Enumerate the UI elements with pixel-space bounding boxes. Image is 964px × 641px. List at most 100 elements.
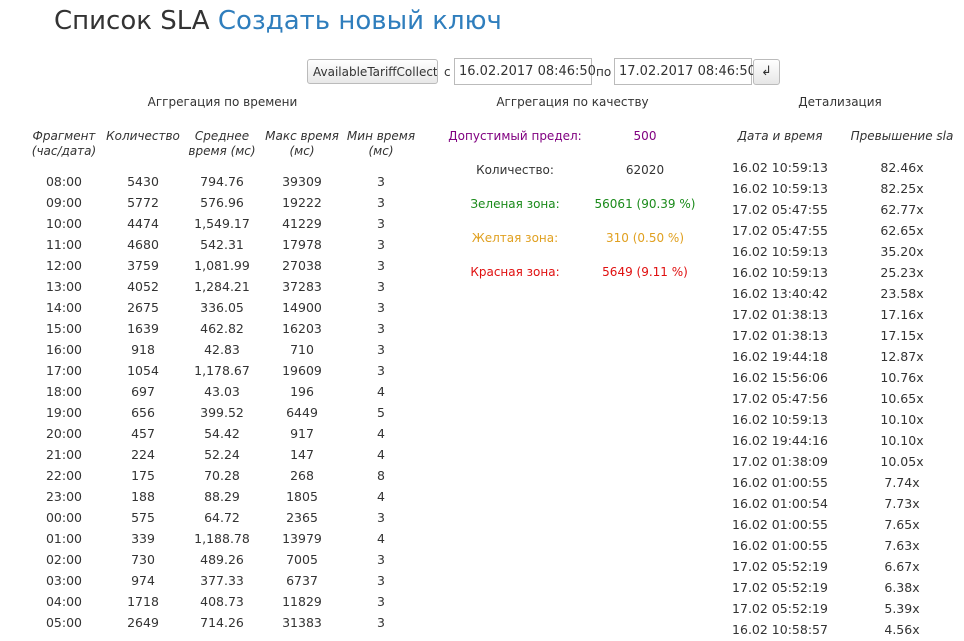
time-cell: 5772 [127, 195, 159, 210]
details-col-header: Превышение sla [850, 129, 954, 143]
time-cell: 974 [131, 573, 155, 588]
time-cell: 17:00 [45, 363, 83, 378]
time-cell: 3 [377, 216, 385, 231]
time-cell: 224 [131, 447, 155, 462]
time-cell: 52.24 [204, 447, 240, 462]
time-aggregation-title: Аггрегация по времени [147, 95, 298, 109]
time-cell: 3 [377, 279, 385, 294]
details-datetime: 17.02 05:47:55 [732, 202, 828, 217]
time-cell: 23:00 [45, 489, 83, 504]
from-date-input[interactable]: 16.02.2017 08:46:50 [454, 58, 596, 85]
time-cell: 2675 [127, 300, 159, 315]
time-cell: 64.72 [204, 510, 240, 525]
time-cell: 16:00 [45, 342, 83, 357]
time-cell: 54.42 [204, 426, 240, 441]
details-datetime: 16.02 01:00:55 [732, 475, 828, 490]
time-cell: 462.82 [200, 321, 244, 336]
time-col-header: Среднее время (мс) [188, 129, 256, 158]
time-cell: 41229 [282, 216, 322, 231]
time-cell: 42.83 [204, 342, 240, 357]
time-cell: 70.28 [204, 468, 240, 483]
time-cell: 3 [377, 195, 385, 210]
time-cell: 1639 [127, 321, 159, 336]
details-datetime: 17.02 05:52:19 [732, 559, 828, 574]
time-cell: 1805 [286, 489, 318, 504]
details-datetime: 17.02 01:38:13 [732, 328, 828, 343]
to-date-input[interactable]: 17.02.2017 08:46:50 [614, 58, 756, 85]
enter-arrow-icon: ↲ [761, 64, 772, 79]
time-cell: 13979 [282, 531, 322, 546]
details-datetime: 16.02 19:44:16 [732, 433, 828, 448]
details-excess: 10.10x [880, 412, 924, 427]
time-cell: 4052 [127, 279, 159, 294]
time-cell: 3759 [127, 258, 159, 273]
time-cell: 39309 [282, 174, 322, 189]
time-cell: 16203 [282, 321, 322, 336]
details-datetime: 16.02 13:40:42 [732, 286, 828, 301]
details-excess: 7.74x [884, 475, 920, 490]
details-datetime: 16.02 15:56:06 [732, 370, 828, 385]
details-excess: 17.16x [880, 307, 924, 322]
time-cell: 18:00 [45, 384, 83, 399]
details-datetime: 16.02 01:00:55 [732, 538, 828, 553]
details-excess: 62.77x [880, 202, 924, 217]
time-cell: 1718 [127, 594, 159, 609]
time-cell: 188 [131, 489, 155, 504]
details-datetime: 16.02 10:59:13 [732, 181, 828, 196]
time-cell: 17978 [282, 237, 322, 252]
details-col-header: Дата и время [737, 129, 823, 143]
time-cell: 408.73 [200, 594, 244, 609]
time-cell: 175 [131, 468, 155, 483]
time-cell: 917 [290, 426, 314, 441]
details-excess: 10.05x [880, 454, 924, 469]
submit-button[interactable]: ↲ [753, 59, 780, 85]
details-datetime: 16.02 01:00:55 [732, 517, 828, 532]
details-datetime: 16.02 10:59:13 [732, 244, 828, 259]
time-cell: 4 [377, 384, 385, 399]
time-col-header: Фрагмент (час/дата) [31, 129, 97, 158]
key-select[interactable]: AvailableTariffCollect [307, 59, 438, 84]
time-cell: 05:00 [45, 615, 83, 630]
time-cell: 6737 [286, 573, 318, 588]
time-cell: 1,178.67 [194, 363, 250, 378]
time-cell: 14:00 [45, 300, 83, 315]
details-datetime: 16.02 10:59:13 [732, 412, 828, 427]
time-cell: 710 [290, 342, 314, 357]
details-excess: 10.76x [880, 370, 924, 385]
time-cell: 88.29 [204, 489, 240, 504]
details-excess: 23.58x [880, 286, 924, 301]
time-cell: 3 [377, 573, 385, 588]
time-cell: 19:00 [45, 405, 83, 420]
details-datetime: 17.02 05:52:19 [732, 601, 828, 616]
time-cell: 339 [131, 531, 155, 546]
details-datetime: 17.02 05:47:56 [732, 391, 828, 406]
time-cell: 19609 [282, 363, 322, 378]
details-datetime: 16.02 10:59:13 [732, 160, 828, 175]
time-cell: 576.96 [200, 195, 244, 210]
time-cell: 00:00 [45, 510, 83, 525]
time-cell: 7005 [286, 552, 318, 567]
time-col-header: Макс время (мс) [265, 129, 339, 158]
details-excess: 6.38x [884, 580, 920, 595]
create-key-link[interactable]: Создать новый ключ [218, 6, 502, 36]
time-cell: 02:00 [45, 552, 83, 567]
time-cell: 730 [131, 552, 155, 567]
details-excess: 25.23x [880, 265, 924, 280]
quality-value: 500 [633, 129, 657, 143]
details-excess: 5.39x [884, 601, 920, 616]
time-col-header: Количество [106, 129, 180, 143]
details-datetime: 17.02 01:38:13 [732, 307, 828, 322]
details-datetime: 16.02 19:44:18 [732, 349, 828, 364]
details-excess: 10.10x [880, 433, 924, 448]
time-cell: 1,188.78 [194, 531, 250, 546]
time-cell: 4 [377, 426, 385, 441]
time-cell: 22:00 [45, 468, 83, 483]
time-cell: 6449 [286, 405, 318, 420]
time-cell: 3 [377, 342, 385, 357]
to-label: по [596, 65, 612, 79]
details-excess: 17.15x [880, 328, 924, 343]
details-excess: 82.25x [880, 181, 924, 196]
time-cell: 268 [290, 468, 314, 483]
time-cell: 1,549.17 [194, 216, 250, 231]
time-cell: 2365 [286, 510, 318, 525]
